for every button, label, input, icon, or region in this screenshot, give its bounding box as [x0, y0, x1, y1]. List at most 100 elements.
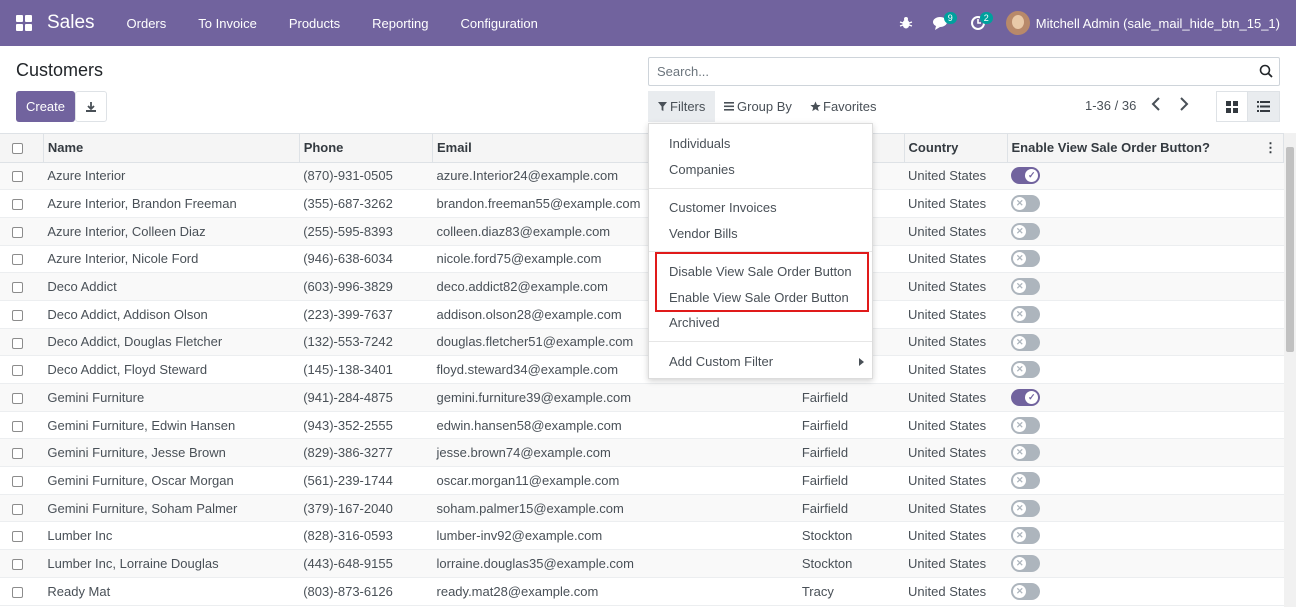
filters-button[interactable]: Filters: [648, 91, 716, 122]
cell-country[interactable]: United States: [904, 245, 1008, 274]
search-icon[interactable]: [1259, 64, 1273, 78]
cell-city[interactable]: Fairfield: [797, 466, 905, 495]
cell-city[interactable]: Stockton: [797, 549, 905, 578]
cell-email[interactable]: soham.palmer15@example.com: [432, 494, 687, 523]
row-checkbox[interactable]: [12, 531, 23, 543]
row-checkbox[interactable]: [12, 199, 23, 211]
filter-companies[interactable]: Companies: [669, 162, 735, 177]
cell-name[interactable]: Azure Interior, Brandon Freeman: [43, 189, 300, 218]
activities-icon[interactable]: 2: [960, 0, 996, 46]
table-row[interactable]: Gemini Furniture, Soham Palmer (379)-167-…: [0, 494, 1284, 523]
chevron-right-icon[interactable]: [1178, 97, 1190, 111]
user-menu[interactable]: Mitchell Admin (sale_mail_hide_btn_15_1): [1005, 11, 1280, 35]
row-checkbox[interactable]: [12, 171, 23, 183]
cell-phone[interactable]: (132)-553-7242: [299, 328, 433, 357]
filter-customer-invoices[interactable]: Customer Invoices: [669, 200, 777, 215]
cell-phone[interactable]: (829)-386-3277: [299, 438, 433, 468]
cell-email[interactable]: ready.mat28@example.com: [432, 577, 687, 606]
enable-view-sale-order-toggle[interactable]: ✕: [1011, 305, 1041, 323]
row-checkbox[interactable]: [12, 420, 23, 432]
cell-name[interactable]: Deco Addict: [43, 272, 300, 301]
enable-view-sale-order-toggle[interactable]: ✕: [1011, 333, 1041, 351]
column-name[interactable]: Name: [43, 134, 300, 163]
enable-view-sale-order-toggle[interactable]: ✕: [1011, 582, 1041, 600]
filter-individuals[interactable]: Individuals: [669, 136, 730, 151]
cell-country[interactable]: United States: [904, 577, 1008, 606]
cell-name[interactable]: Gemini Furniture: [43, 383, 300, 412]
cell-name[interactable]: Azure Interior: [43, 162, 300, 191]
list-view-button[interactable]: [1247, 91, 1280, 122]
row-checkbox[interactable]: [12, 559, 23, 571]
cell-phone[interactable]: (803)-873-6126: [299, 577, 433, 606]
enable-view-sale-order-toggle[interactable]: ✕: [1011, 222, 1041, 240]
messages-icon[interactable]: 9: [924, 0, 960, 46]
cell-country[interactable]: United States: [904, 438, 1008, 468]
enable-view-sale-order-toggle[interactable]: ✕: [1011, 471, 1041, 489]
table-row[interactable]: Gemini Furniture (941)-284-4875 gemini.fur…: [0, 383, 1284, 412]
row-checkbox[interactable]: [12, 475, 23, 487]
app-brand[interactable]: Sales: [47, 12, 95, 34]
cell-phone[interactable]: (355)-687-3262: [299, 189, 433, 218]
enable-view-sale-order-toggle[interactable]: ✕: [1011, 195, 1041, 213]
cell-name[interactable]: Lumber Inc, Lorraine Douglas: [43, 549, 300, 578]
cell-name[interactable]: Deco Addict, Addison Olson: [43, 300, 300, 329]
table-row[interactable]: Gemini Furniture, Edwin Hansen (943)-352-…: [0, 411, 1284, 440]
cell-country[interactable]: United States: [904, 300, 1008, 329]
cell-country[interactable]: United States: [904, 411, 1008, 440]
favorites-button[interactable]: Favorites: [804, 91, 882, 122]
row-checkbox[interactable]: [12, 586, 23, 598]
table-row[interactable]: Gemini Furniture, Oscar Morgan (561)-239-…: [0, 466, 1284, 495]
cell-phone[interactable]: (828)-316-0593: [299, 521, 433, 551]
cell-city[interactable]: Fairfield: [797, 438, 905, 468]
cell-city[interactable]: Tracy: [797, 577, 905, 606]
table-row[interactable]: Deco Addict (603)-996-3829 deco.addict82@e…: [0, 272, 1284, 301]
enable-view-sale-order-toggle[interactable]: ✕: [1011, 555, 1041, 572]
menu-orders[interactable]: Orders: [111, 16, 183, 31]
column-country[interactable]: Country: [904, 134, 1008, 163]
scrollbar-thumb[interactable]: [1286, 147, 1294, 352]
column-enable-view-sale-order[interactable]: Enable View Sale Order Button? ⋮: [1007, 134, 1284, 163]
cell-country[interactable]: United States: [904, 162, 1008, 191]
cell-name[interactable]: Azure Interior, Colleen Diaz: [43, 217, 300, 246]
scrollbar[interactable]: [1284, 133, 1296, 607]
cell-phone[interactable]: (255)-595-8393: [299, 217, 433, 246]
export-button[interactable]: [75, 91, 107, 122]
menu-products[interactable]: Products: [273, 16, 356, 31]
table-row[interactable]: Azure Interior, Colleen Diaz (255)-595-83…: [0, 217, 1284, 246]
cell-city[interactable]: Stockton: [797, 521, 905, 551]
cell-phone[interactable]: (603)-996-3829: [299, 272, 433, 301]
cell-country[interactable]: United States: [904, 494, 1008, 523]
cell-phone[interactable]: (941)-284-4875: [299, 383, 433, 412]
cell-name[interactable]: Gemini Furniture, Soham Palmer: [43, 494, 300, 523]
enable-view-sale-order-toggle[interactable]: ✕: [1011, 499, 1041, 517]
enable-view-sale-order-toggle[interactable]: ✕: [1011, 527, 1041, 545]
cell-email[interactable]: edwin.hansen58@example.com: [432, 411, 687, 440]
cell-country[interactable]: United States: [904, 328, 1008, 357]
add-custom-filter[interactable]: Add Custom Filter: [669, 354, 773, 369]
cell-country[interactable]: United States: [904, 355, 1008, 384]
chevron-left-icon[interactable]: [1150, 97, 1162, 111]
table-row[interactable]: Azure Interior (870)-931-0505 azure.Interi…: [0, 162, 1284, 191]
cell-name[interactable]: Gemini Furniture, Oscar Morgan: [43, 466, 300, 495]
cell-country[interactable]: United States: [904, 189, 1008, 218]
cell-email[interactable]: oscar.morgan11@example.com: [432, 466, 687, 495]
cell-name[interactable]: Ready Mat: [43, 577, 300, 606]
cell-phone[interactable]: (943)-352-2555: [299, 411, 433, 440]
enable-view-sale-order-toggle[interactable]: ✓: [1011, 167, 1041, 185]
filter-archived[interactable]: Archived: [669, 315, 720, 330]
cell-email[interactable]: lorraine.douglas35@example.com: [432, 549, 687, 578]
cell-phone[interactable]: (946)-638-6034: [299, 245, 433, 274]
cell-country[interactable]: United States: [904, 549, 1008, 578]
cell-phone[interactable]: (379)-167-2040: [299, 494, 433, 523]
row-checkbox[interactable]: [12, 503, 23, 515]
cell-country[interactable]: United States: [904, 466, 1008, 495]
cell-city[interactable]: Fairfield: [797, 383, 905, 412]
table-row[interactable]: Azure Interior, Brandon Freeman (355)-687…: [0, 189, 1284, 218]
groupby-button[interactable]: Group By: [718, 91, 798, 122]
cell-phone[interactable]: (870)-931-0505: [299, 162, 433, 191]
cell-name[interactable]: Deco Addict, Floyd Steward: [43, 355, 300, 384]
create-button[interactable]: Create: [16, 91, 75, 122]
menu-reporting[interactable]: Reporting: [356, 16, 444, 31]
table-row[interactable]: Lumber Inc (828)-316-0593 lumber-inv92@exa…: [0, 521, 1284, 551]
column-phone[interactable]: Phone: [299, 134, 434, 163]
